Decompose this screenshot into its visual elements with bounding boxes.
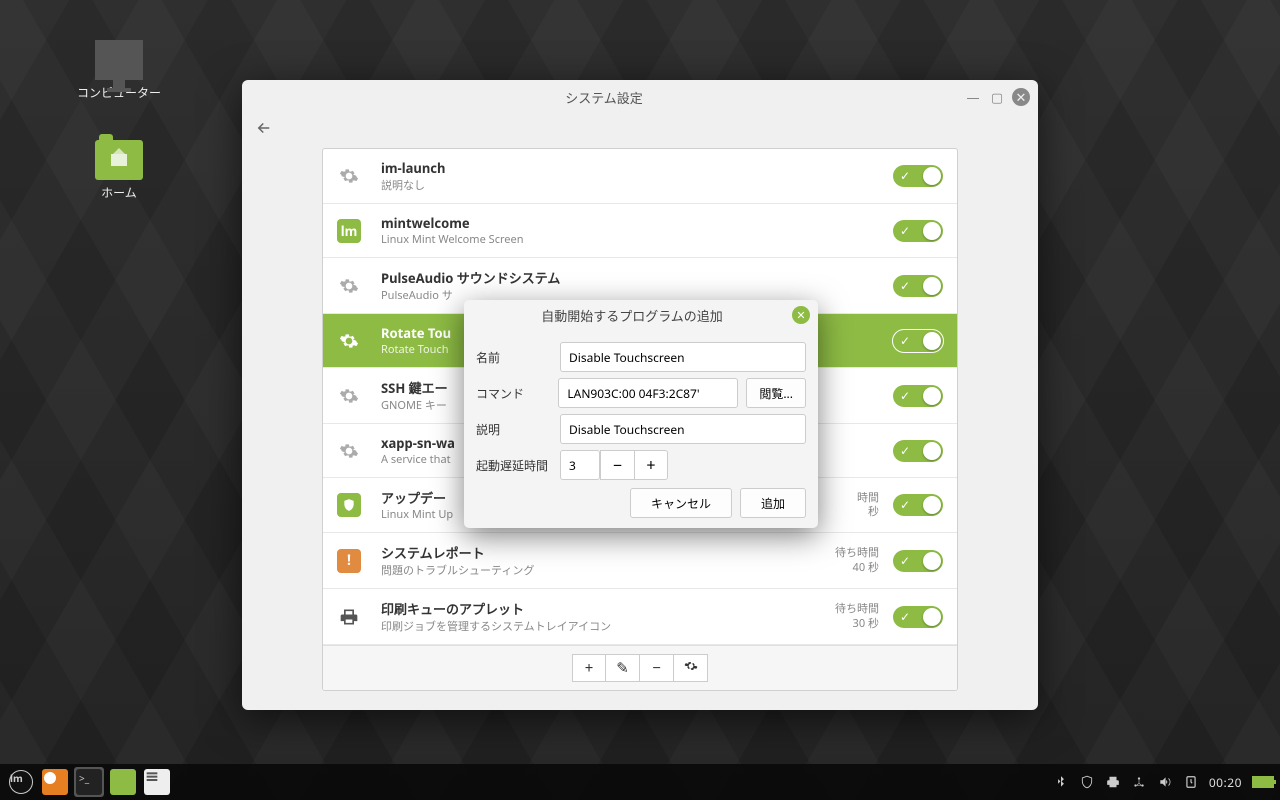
files-launcher[interactable] — [108, 767, 138, 797]
label-desc: 説明 — [476, 421, 560, 438]
arrow-left-icon — [255, 119, 273, 137]
startup-item-desc: 問題のトラブルシューティング — [381, 562, 819, 578]
gear-icon — [337, 384, 361, 408]
taskbar-app[interactable] — [142, 767, 172, 797]
firefox-icon — [42, 769, 68, 795]
settings-task-icon — [144, 769, 170, 795]
startup-toggle[interactable] — [893, 385, 943, 407]
startup-delay-label: 待ち時間 — [819, 546, 879, 560]
firefox-launcher[interactable] — [40, 767, 70, 797]
delay-spinner: − + — [560, 450, 668, 480]
volume-icon[interactable] — [1157, 774, 1173, 790]
startup-item-title: システムレポート — [381, 543, 819, 562]
menu-button[interactable]: lm — [6, 767, 36, 797]
startup-delay-value: 40 秒 — [819, 561, 879, 575]
ok-button[interactable]: 追加 — [740, 488, 806, 518]
gear-icon — [337, 164, 361, 188]
label-delay: 起動遅延時間 — [476, 457, 560, 474]
dialog-close-button[interactable]: ✕ — [792, 306, 810, 324]
label-name: 名前 — [476, 349, 560, 366]
startup-toggle[interactable] — [893, 440, 943, 462]
startup-item-title: mintwelcome — [381, 214, 893, 232]
desktop-icon-computer[interactable]: コンピューター — [74, 40, 164, 101]
label-command: コマンド — [476, 385, 558, 402]
startup-toggle[interactable] — [893, 494, 943, 516]
startup-delay-label: 待ち時間 — [819, 602, 879, 616]
gear-icon — [337, 439, 361, 463]
taskbar: lm >_ 00:20 — [0, 764, 1280, 800]
edit-button[interactable]: ✎ — [606, 654, 640, 682]
startup-toggle[interactable] — [893, 220, 943, 242]
gear-run-icon — [684, 659, 698, 673]
close-button[interactable]: ✕ — [1012, 88, 1030, 106]
printer-tray-icon[interactable] — [1105, 774, 1121, 790]
computer-icon — [95, 40, 143, 80]
remove-button[interactable]: − — [640, 654, 674, 682]
browse-button[interactable]: 閲覧... — [746, 378, 806, 408]
gear-icon — [337, 274, 361, 298]
window-title: システム設定 — [250, 88, 958, 107]
desktop-icon-home[interactable]: ホーム — [74, 140, 164, 201]
startup-item[interactable]: ! システムレポート問題のトラブルシューティング 待ち時間40 秒 — [323, 533, 957, 589]
back-button[interactable] — [252, 116, 276, 140]
clock[interactable]: 00:20 — [1209, 774, 1242, 791]
shield-tray-icon[interactable] — [1079, 774, 1095, 790]
startup-item-desc: 印刷ジョブを管理するシステムトレイアイコン — [381, 618, 819, 634]
gear-icon — [337, 329, 361, 353]
name-input[interactable] — [560, 342, 806, 372]
startup-item-desc: 説明なし — [381, 177, 893, 193]
startup-toggle[interactable] — [893, 550, 943, 572]
terminal-icon: >_ — [76, 769, 102, 795]
network-icon[interactable] — [1131, 774, 1147, 790]
startup-item-desc: Linux Mint Welcome Screen — [381, 232, 893, 247]
startup-item-title: 印刷キューのアプレット — [381, 599, 819, 618]
mint-menu-icon: lm — [9, 770, 33, 794]
warning-icon: ! — [337, 549, 361, 573]
terminal-launcher[interactable]: >_ — [74, 767, 104, 797]
system-tray: 00:20 — [1053, 774, 1274, 791]
delay-input[interactable] — [560, 450, 600, 480]
desc-input[interactable] — [560, 414, 806, 444]
bluetooth-icon[interactable] — [1053, 774, 1069, 790]
startup-toggle[interactable] — [893, 606, 943, 628]
files-icon — [110, 769, 136, 795]
command-input[interactable] — [558, 378, 738, 408]
startup-delay-label: 時間 — [819, 491, 879, 505]
run-button[interactable] — [674, 654, 708, 682]
printer-icon — [337, 605, 361, 629]
minimize-button[interactable]: — — [964, 88, 982, 106]
startup-delay-value: 秒 — [819, 505, 879, 519]
delay-increment[interactable]: + — [634, 450, 668, 480]
power-icon[interactable] — [1183, 774, 1199, 790]
cancel-button[interactable]: キャンセル — [630, 488, 732, 518]
startup-toggle[interactable] — [893, 275, 943, 297]
startup-item-title: im-launch — [381, 159, 893, 177]
startup-item[interactable]: lm mintwelcomeLinux Mint Welcome Screen — [323, 204, 957, 258]
battery-icon[interactable] — [1252, 776, 1274, 788]
mint-logo-icon: lm — [337, 219, 361, 243]
startup-item[interactable]: im-launch説明なし — [323, 149, 957, 204]
startup-delay-value: 30 秒 — [819, 617, 879, 631]
startup-item-title: PulseAudio サウンドシステム — [381, 268, 893, 287]
startup-toggle[interactable] — [893, 330, 943, 352]
dialog-title: 自動開始するプログラムの追加 — [472, 306, 792, 325]
dialog-titlebar[interactable]: 自動開始するプログラムの追加 ✕ — [464, 300, 818, 330]
delay-decrement[interactable]: − — [600, 450, 634, 480]
desktop-icon-label: ホーム — [74, 184, 164, 201]
startup-item[interactable]: 印刷キューのアプレット印刷ジョブを管理するシステムトレイアイコン 待ち時間30 … — [323, 589, 957, 645]
titlebar[interactable]: システム設定 — ▢ ✕ — [242, 80, 1038, 114]
shield-icon — [337, 493, 361, 517]
startup-toggle[interactable] — [893, 165, 943, 187]
add-startup-dialog: 自動開始するプログラムの追加 ✕ 名前 コマンド 閲覧... 説明 起動遅延時間… — [464, 300, 818, 528]
add-button[interactable]: + — [572, 654, 606, 682]
home-folder-icon — [95, 140, 143, 180]
startup-toolbar: + ✎ − — [323, 645, 957, 690]
maximize-button[interactable]: ▢ — [988, 88, 1006, 106]
